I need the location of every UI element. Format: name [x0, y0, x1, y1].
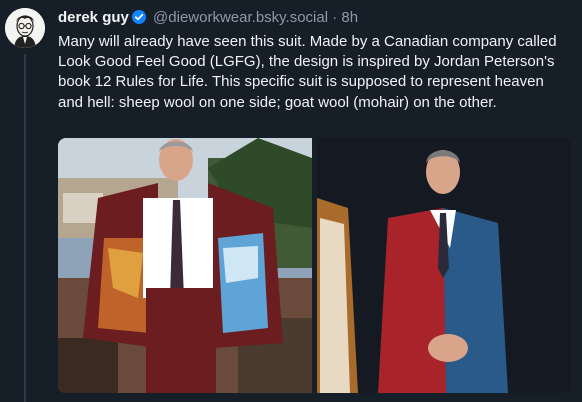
separator-dot: ·: [332, 9, 338, 26]
avatar-illustration: [5, 8, 45, 48]
post-media[interactable]: [58, 138, 571, 393]
thread-line: [24, 54, 26, 402]
man-in-red-blue-suit-photo[interactable]: [317, 138, 571, 393]
avatar[interactable]: [5, 8, 45, 48]
post-header: derek guy @dieworkwear.bsky.social · 8h: [58, 9, 358, 29]
author-name[interactable]: derek guy: [58, 9, 129, 26]
verified-badge-icon: [131, 10, 146, 29]
man-showing-suit-lining-photo[interactable]: [58, 138, 312, 393]
post-timestamp[interactable]: 8h: [341, 9, 358, 26]
author-handle[interactable]: @dieworkwear.bsky.social: [153, 9, 328, 26]
post-text: Many will already have seen this suit. M…: [58, 33, 557, 111]
